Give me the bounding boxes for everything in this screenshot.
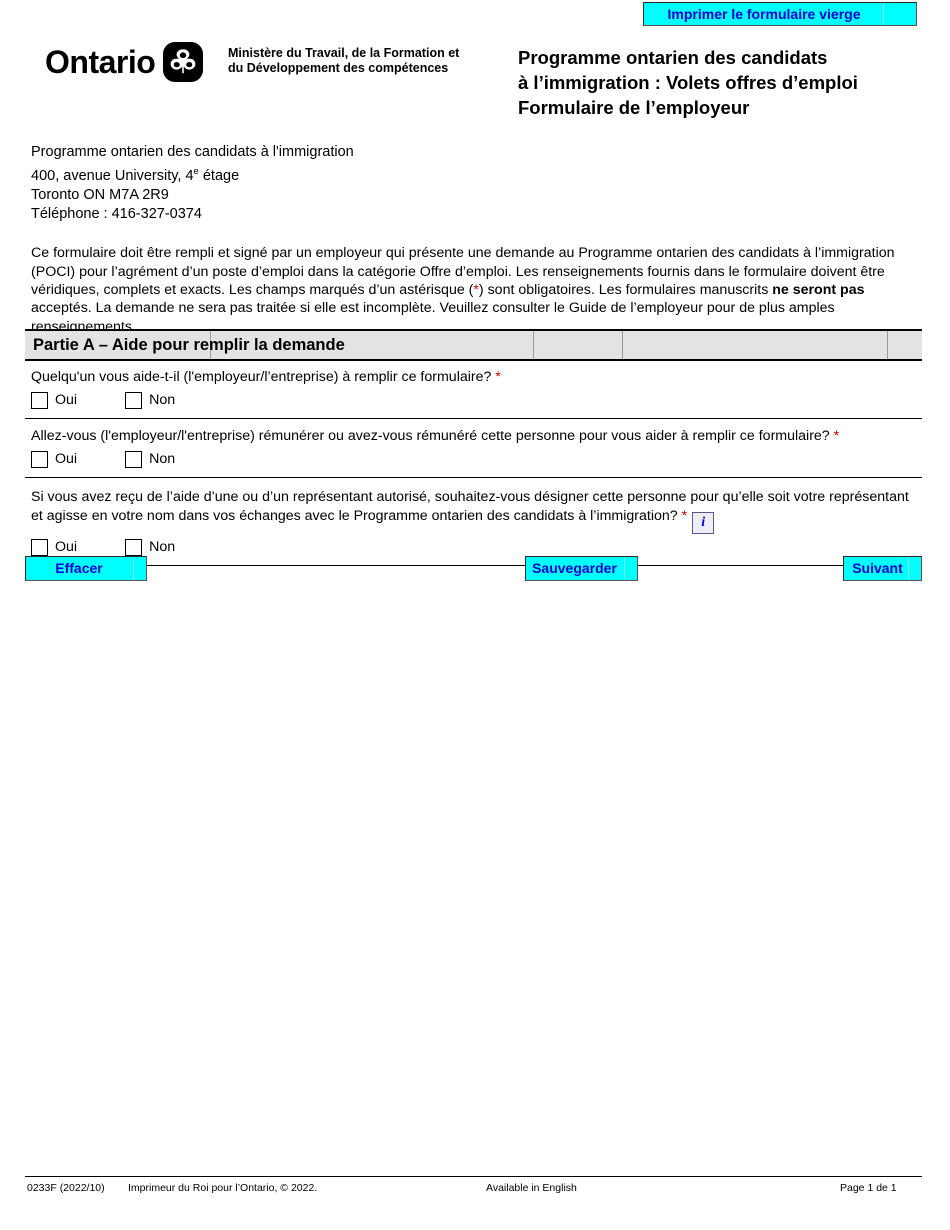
clear-button-inner-divider (133, 557, 134, 580)
question-label-compensation: Allez-vous (l'employeur/l'entreprise) ré… (31, 428, 830, 444)
question-options-q1: Oui Non (25, 387, 922, 418)
ministry-name: Ministère du Travail, de la Formation et… (228, 46, 508, 76)
print-blank-form-button[interactable]: Imprimer le formulaire vierge (643, 2, 917, 26)
footer-page-number: Page 1 de 1 (840, 1182, 897, 1194)
required-asterisk-q1: * (495, 369, 501, 385)
question-text-assistance: Quelqu'un vous aide-t-il (l'employeur/l’… (25, 363, 922, 387)
address-line-city: Toronto ON M7A 2R9 (31, 186, 169, 203)
checkbox-no-label-q3: Non (149, 539, 176, 555)
ontario-logo: Ontario (45, 42, 204, 82)
instructions-part-2: ) sont obligatoires. Les formulaires man… (478, 282, 773, 298)
form-title-line-2: à l’immigration : Volets offres d’emploi (518, 72, 858, 93)
print-blank-form-label: Imprimer le formulaire vierge (667, 6, 861, 22)
question-row-representative: Si vous avez reçu de l’aide d’une ou d’u… (25, 483, 922, 566)
section-divider-4 (887, 331, 888, 359)
checkbox-option-yes-q1[interactable]: Oui (31, 391, 78, 409)
program-address-block: Programme ontarien des candidats à l'imm… (31, 143, 354, 224)
print-bar: Imprimer le formulaire vierge (0, 0, 950, 32)
footer-divider (25, 1176, 922, 1177)
address-line-street: 400, avenue University, 4e étage (31, 162, 354, 186)
address-street-pre: 400, avenue University, 4 (31, 167, 194, 184)
checkbox-option-no-q1[interactable]: Non (125, 391, 176, 409)
question-options-q2: Oui Non (25, 446, 922, 477)
checkbox-yes-label-q3: Oui (55, 539, 78, 555)
checkbox-no-q1[interactable] (125, 391, 143, 409)
footer-language-link[interactable]: Available in English (486, 1182, 577, 1194)
next-button-inner-divider (908, 557, 909, 580)
ontario-wordmark: Ontario (45, 44, 156, 80)
form-action-bar: Effacer Sauvegarder Suivant (25, 556, 922, 582)
section-divider-2 (533, 331, 534, 359)
form-title-line-3: Formulaire de l’employeur (518, 97, 750, 118)
checkbox-no-q2[interactable] (125, 450, 143, 468)
checkbox-option-no-q2[interactable]: Non (125, 450, 176, 468)
checkbox-option-yes-q2[interactable]: Oui (31, 450, 78, 468)
next-button-label: Suivant (852, 560, 903, 576)
form-title: Programme ontarien des candidats à l’imm… (518, 45, 938, 120)
required-asterisk-q3: * (681, 507, 688, 524)
section-header-part-a: Partie A – Aide pour remplir la demande (25, 329, 922, 361)
clear-button-label: Effacer (55, 560, 103, 576)
checkbox-yes-q3[interactable] (31, 538, 48, 556)
question-row-assistance: Quelqu'un vous aide-t-il (l'employeur/l’… (25, 363, 922, 419)
instructions-paragraph: Ce formulaire doit être rempli et signé … (31, 244, 921, 336)
save-button[interactable]: Sauvegarder (525, 556, 638, 581)
question-label-representative: Si vous avez reçu de l’aide d’une ou d’u… (31, 489, 909, 524)
checkbox-yes-q2[interactable] (31, 450, 48, 468)
save-button-label: Sauvegarder (532, 560, 617, 576)
ministry-line-2: du Développement des compétences (228, 61, 449, 75)
footer-form-code: 0233F (2022/10) (27, 1182, 105, 1194)
checkbox-yes-q1[interactable] (31, 391, 48, 409)
checkbox-option-yes-q3[interactable]: Oui (31, 538, 78, 556)
masthead: Ontario Ministère du Travail, de la Form… (0, 36, 950, 118)
page-footer: 0233F (2022/10) Imprimeur du Roi pour l’… (25, 1182, 922, 1202)
address-line-program: Programme ontarien des candidats à l'imm… (31, 144, 354, 160)
form-title-line-1: Programme ontarien des candidats (518, 47, 828, 68)
checkbox-option-no-q3[interactable]: Non (125, 538, 176, 556)
question-text-representative: Si vous avez reçu de l’aide d’une ou d’u… (25, 483, 922, 534)
button-inner-divider (883, 3, 884, 25)
checkbox-yes-label-q2: Oui (55, 451, 78, 467)
address-street-post: étage (198, 167, 240, 184)
question-row-compensation: Allez-vous (l'employeur/l'entreprise) ré… (25, 422, 922, 478)
required-asterisk-q2: * (833, 428, 840, 444)
checkbox-yes-label-q1: Oui (55, 392, 78, 408)
info-icon[interactable]: i (692, 511, 715, 534)
checkbox-no-q3[interactable] (125, 538, 143, 556)
question-text-compensation: Allez-vous (l'employeur/l'entreprise) ré… (25, 422, 922, 446)
section-divider-3 (622, 331, 623, 359)
question-label-assistance: Quelqu'un vous aide-t-il (l'employeur/l’… (31, 369, 492, 385)
section-title-text: Partie A – Aide pour remplir la demande (33, 336, 345, 354)
address-line-phone: Téléphone : 416-327-0374 (31, 205, 202, 222)
instructions-bold-phrase: ne seront pas (772, 282, 865, 298)
footer-copyright: Imprimeur du Roi pour l’Ontario, © 2022. (128, 1182, 318, 1194)
checkbox-no-label-q1: Non (149, 392, 176, 408)
save-button-inner-divider (624, 557, 625, 580)
checkbox-no-label-q2: Non (149, 451, 176, 467)
clear-button[interactable]: Effacer (25, 556, 147, 581)
next-button[interactable]: Suivant (843, 556, 922, 581)
ministry-line-1: Ministère du Travail, de la Formation et (228, 46, 460, 60)
ontario-trillium-logo-icon (163, 42, 204, 82)
